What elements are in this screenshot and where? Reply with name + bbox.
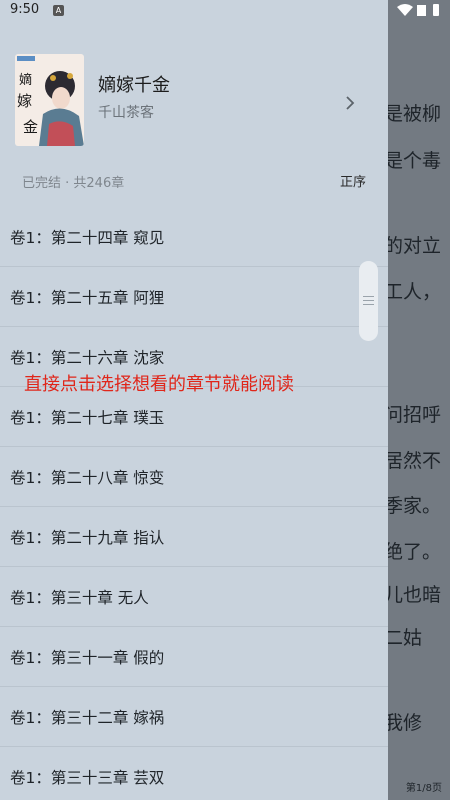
book-title: 嫡嫁千金 xyxy=(98,75,170,96)
reader-text-line: 工人， xyxy=(384,281,442,303)
chapter-title: 卷1：第三十三章 芸双 xyxy=(10,769,165,787)
book-cover-image: 嫡 嫁 金 xyxy=(15,54,84,146)
chapter-item[interactable]: 卷1：第二十四章 窥见 xyxy=(0,207,388,267)
reader-text-line: 是被柳 xyxy=(384,103,442,125)
status-bar: 9:50 A xyxy=(0,0,450,22)
chapter-title: 卷1：第三十二章 嫁祸 xyxy=(10,709,165,727)
reader-text-line: 季家。 xyxy=(384,495,442,517)
chapter-title: 卷1：第二十八章 惊变 xyxy=(10,469,165,487)
chapter-item[interactable]: 卷1：第二十九章 指认 xyxy=(0,507,388,567)
wifi-icon xyxy=(397,4,439,16)
svg-text:金: 金 xyxy=(23,118,38,136)
chapter-item[interactable]: 卷1：第三十三章 芸双 xyxy=(0,747,388,800)
reader-text-line: 问招呼 xyxy=(384,404,442,426)
signal-icon xyxy=(417,5,426,16)
reader-text-line: 我修 xyxy=(384,712,423,734)
chapter-title: 卷1：第三十章 无人 xyxy=(10,589,149,607)
book-author: 千山茶客 xyxy=(98,105,154,121)
chapter-item[interactable]: 卷1：第三十二章 嫁祸 xyxy=(0,687,388,747)
chapter-drawer: 嫡 嫁 金 嫡嫁千金 千山茶客 已完结 · 共246章 正序 卷1：第二十四章 … xyxy=(0,0,388,800)
reader-text-line: 的对立 xyxy=(384,235,442,257)
reader-text-line: 儿也暗 xyxy=(384,584,442,606)
instruction-overlay: 直接点击选择想看的章节就能阅读 xyxy=(24,374,294,395)
chapter-item[interactable]: 卷1：第二十七章 璞玉 xyxy=(0,387,388,447)
svg-text:嫡: 嫡 xyxy=(19,72,32,88)
chapter-title: 卷1：第三十一章 假的 xyxy=(10,649,165,667)
svg-text:嫁: 嫁 xyxy=(17,92,32,110)
book-status: 已完结 · 共246章 xyxy=(22,176,125,191)
page-indicator: 第1/8页 xyxy=(405,783,442,794)
book-header[interactable]: 嫡 嫁 金 嫡嫁千金 千山茶客 已完结 · 共246章 正序 xyxy=(0,22,388,212)
chapter-title: 卷1：第二十五章 阿狸 xyxy=(10,289,165,307)
battery-icon xyxy=(433,4,439,16)
status-icons xyxy=(396,3,442,20)
notification-icon: A xyxy=(53,5,64,16)
chapter-item[interactable]: 卷1：第二十五章 阿狸 xyxy=(0,267,388,327)
reader-text-line: 绝了。 xyxy=(384,541,442,563)
chevron-right-icon[interactable] xyxy=(342,95,358,111)
chapter-item[interactable]: 卷1：第三十章 无人 xyxy=(0,567,388,627)
book-cover: 嫡 嫁 金 xyxy=(15,54,84,146)
chapter-title: 卷1：第二十九章 指认 xyxy=(10,529,165,547)
status-time: 9:50 xyxy=(10,2,40,17)
chapter-item[interactable]: 卷1：第三十一章 假的 xyxy=(0,627,388,687)
reader-text-line: 居然不 xyxy=(384,450,442,472)
chapter-title: 卷1：第二十四章 窥见 xyxy=(10,229,165,247)
reader-text-line: 二姑 xyxy=(384,627,423,649)
scrollbar-thumb[interactable] xyxy=(359,261,378,341)
sort-order-button[interactable]: 正序 xyxy=(340,171,366,190)
chapter-list: 卷1：第二十四章 窥见 卷1：第二十五章 阿狸 卷1：第二十六章 沈家 卷1：第… xyxy=(0,207,388,800)
reader-text-line: 是个毒 xyxy=(384,150,442,172)
chapter-title: 卷1：第二十六章 沈家 xyxy=(10,349,165,367)
chapter-item[interactable]: 卷1：第二十八章 惊变 xyxy=(0,447,388,507)
chapter-title: 卷1：第二十七章 璞玉 xyxy=(10,409,165,427)
